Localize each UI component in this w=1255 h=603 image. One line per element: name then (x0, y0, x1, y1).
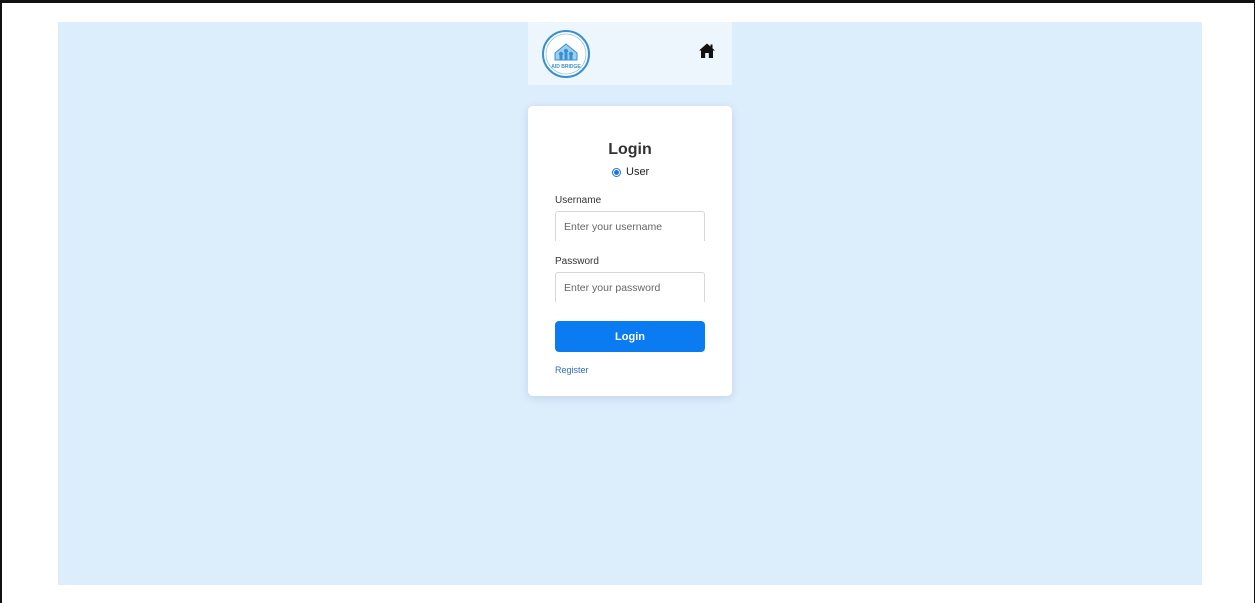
role-option-user[interactable]: User (612, 165, 649, 179)
login-title: Login (608, 141, 652, 158)
home-icon[interactable] (698, 42, 716, 60)
login-card: Login User Username Password Login Regis… (528, 106, 732, 396)
top-header: AID BRIDGE (528, 22, 732, 85)
password-label: Password (555, 256, 599, 267)
username-label: Username (555, 195, 602, 206)
logo-text: AID BRIDGE (551, 64, 581, 70)
password-input[interactable] (555, 272, 705, 302)
register-link[interactable]: Register (555, 365, 589, 375)
aid-bridge-logo[interactable]: AID BRIDGE (540, 29, 592, 79)
username-input[interactable] (555, 211, 705, 241)
user-radio-label: User (626, 166, 650, 178)
user-radio[interactable] (612, 167, 621, 177)
login-button[interactable]: Login (555, 321, 705, 352)
